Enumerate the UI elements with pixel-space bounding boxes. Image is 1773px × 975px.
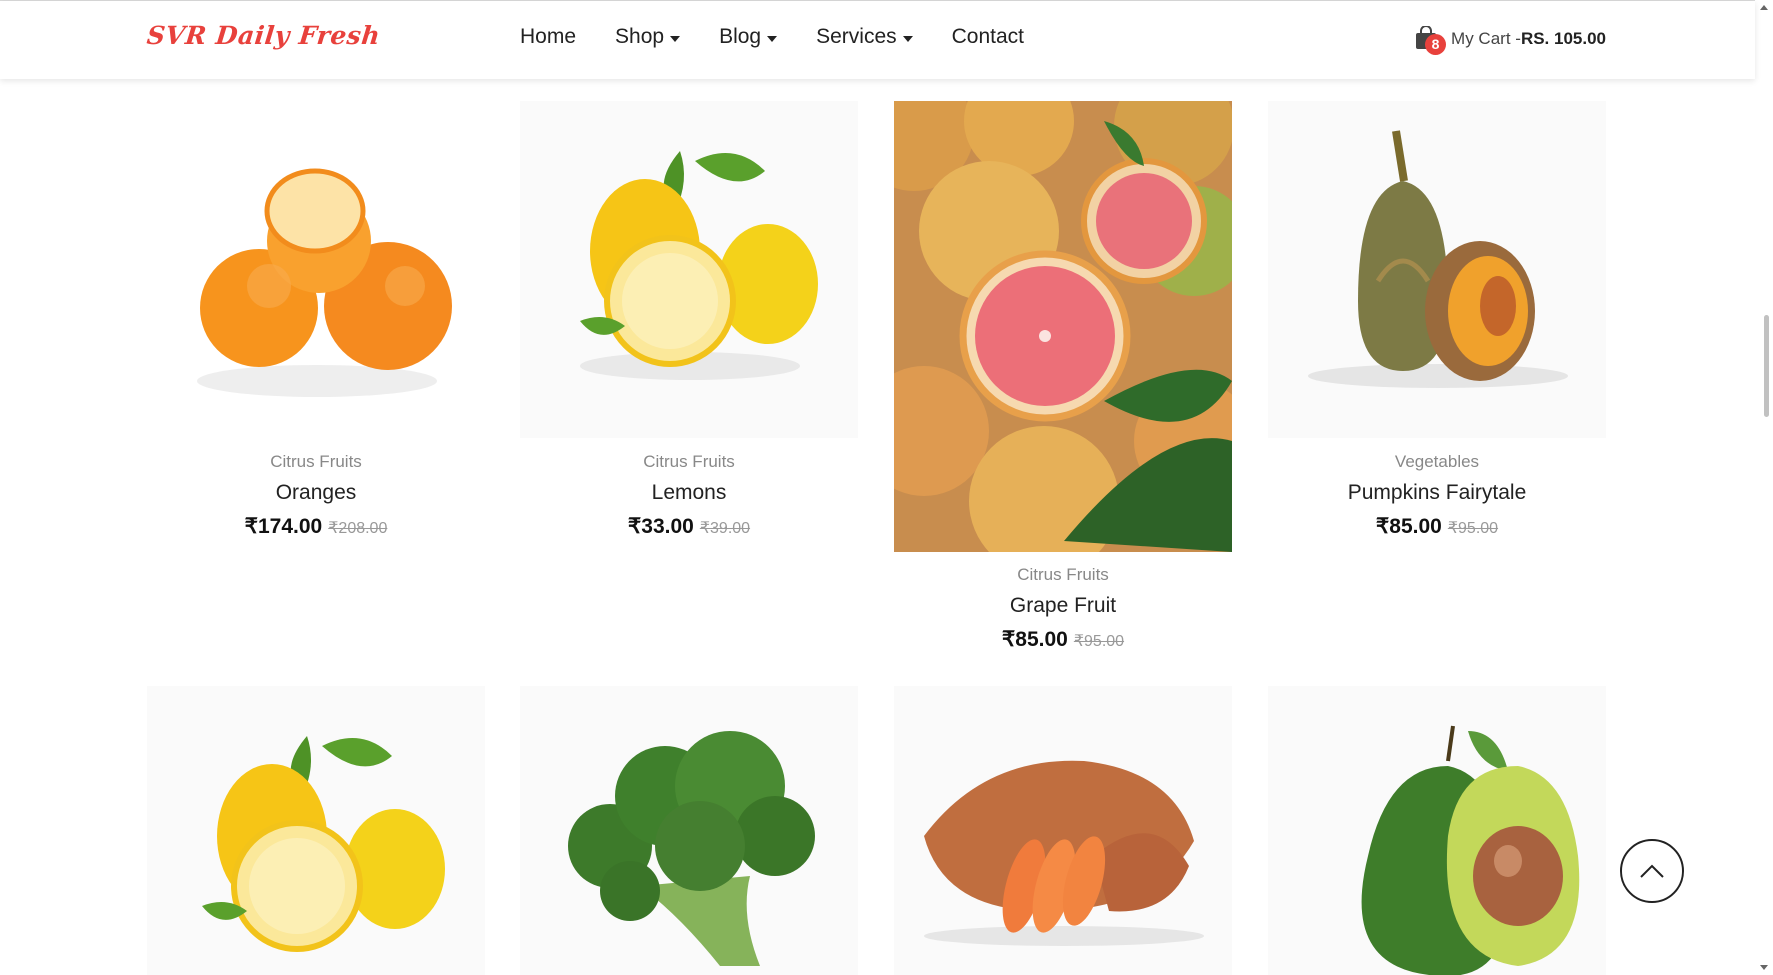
- nav-blog-label: Blog: [719, 25, 762, 48]
- scroll-to-top-button[interactable]: [1620, 839, 1684, 903]
- main-nav: Home Shop Blog Services Contact: [520, 25, 1063, 49]
- product-name[interactable]: Pumpkins Fairytale: [1268, 481, 1606, 505]
- product-name[interactable]: Lemons: [520, 481, 858, 505]
- product-price-group: ₹85.00 ₹95.00: [894, 627, 1232, 652]
- product-price-group: ₹33.00 ₹39.00: [520, 514, 858, 539]
- nav-services-label: Services: [816, 25, 897, 48]
- scroll-down-arrow-icon[interactable]: [1760, 965, 1768, 970]
- nav-blog[interactable]: Blog: [719, 25, 778, 49]
- page-scrollbar[interactable]: [1756, 0, 1773, 975]
- product-image-avocado[interactable]: [1268, 686, 1606, 975]
- product-image-oranges[interactable]: [147, 101, 485, 438]
- site-header: SVR Daily Fresh Home Shop Blog Services …: [0, 1, 1755, 79]
- cart-label: My Cart -: [1451, 29, 1521, 48]
- caret-down-icon: [767, 35, 778, 42]
- chevron-up-icon: [1640, 864, 1664, 878]
- shopping-bag-icon: 8: [1415, 25, 1447, 55]
- product-price: ₹174.00: [244, 515, 323, 538]
- product-name[interactable]: Oranges: [147, 481, 485, 505]
- nav-services[interactable]: Services: [816, 25, 913, 49]
- product-old-price: ₹39.00: [699, 520, 751, 537]
- site-logo[interactable]: SVR Daily Fresh: [145, 21, 381, 50]
- product-category: Citrus Fruits: [1017, 565, 1109, 584]
- product-price-group: ₹174.00 ₹208.00: [147, 514, 485, 539]
- product-image-pumpkin[interactable]: [1268, 101, 1606, 438]
- nav-shop-label: Shop: [615, 25, 665, 48]
- product-name[interactable]: Grape Fruit: [894, 594, 1232, 618]
- product-image-lemons[interactable]: [147, 686, 485, 975]
- product-category: Vegetables: [1394, 452, 1480, 471]
- scrollbar-thumb[interactable]: [1764, 315, 1769, 417]
- product-image-sweet-potato[interactable]: [894, 686, 1232, 975]
- mini-cart[interactable]: 8 My Cart - RS. 105.00: [1415, 25, 1606, 55]
- product-category: Citrus Fruits: [270, 452, 362, 471]
- product-image-grapefruit[interactable]: [894, 101, 1232, 552]
- product-price: ₹33.00: [627, 515, 694, 538]
- nav-contact-label: Contact: [951, 25, 1025, 48]
- cart-amount: RS. 105.00: [1520, 29, 1606, 48]
- product-old-price: ₹208.00: [328, 520, 388, 537]
- nav-home[interactable]: Home: [520, 25, 576, 49]
- nav-home-label: Home: [520, 25, 577, 48]
- product-image-lemons[interactable]: [520, 101, 858, 438]
- nav-contact[interactable]: Contact: [952, 25, 1024, 49]
- product-price: ₹85.00: [1001, 628, 1068, 651]
- product-old-price: ₹95.00: [1073, 633, 1125, 650]
- nav-shop[interactable]: Shop: [615, 25, 681, 49]
- scroll-up-arrow-icon[interactable]: [1760, 5, 1768, 10]
- product-price: ₹85.00: [1375, 515, 1442, 538]
- product-old-price: ₹95.00: [1447, 520, 1499, 537]
- product-price-group: ₹85.00 ₹95.00: [1268, 514, 1606, 539]
- product-image-broccoli[interactable]: [520, 686, 858, 975]
- cart-count-badge: 8: [1425, 34, 1447, 55]
- caret-down-icon: [670, 35, 681, 42]
- caret-down-icon: [902, 35, 913, 42]
- product-category: Citrus Fruits: [643, 452, 735, 471]
